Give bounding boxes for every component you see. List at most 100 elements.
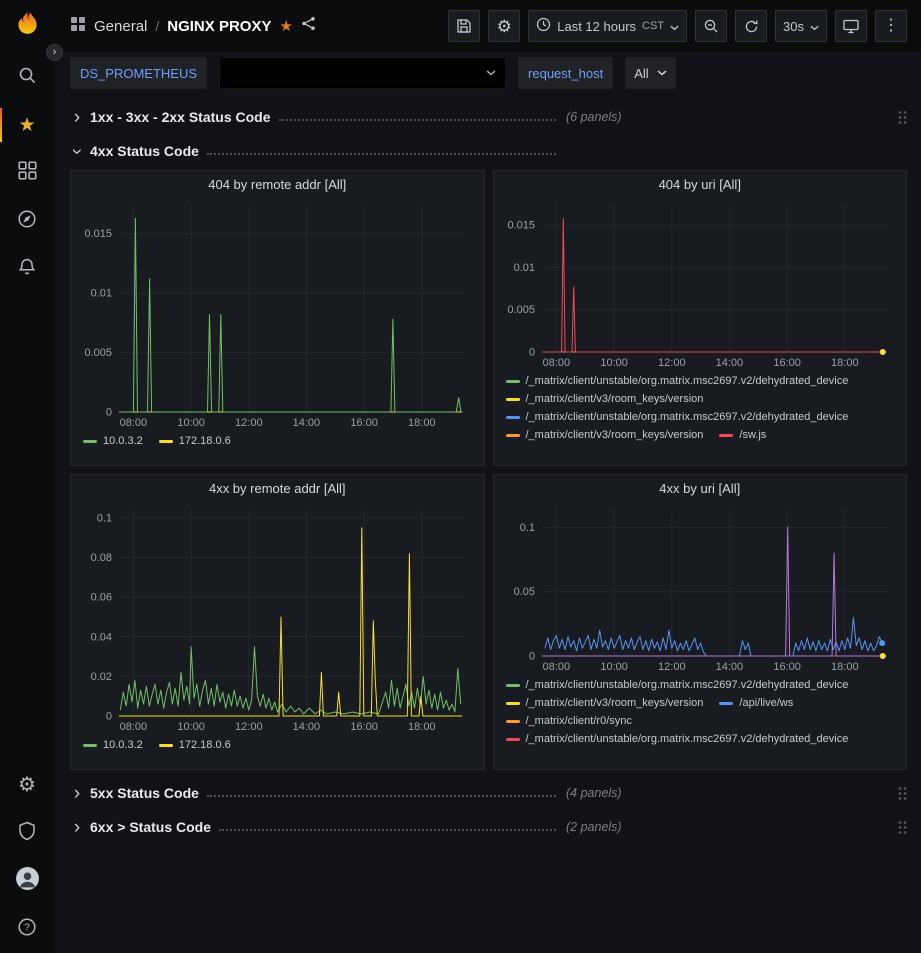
sidebar-item-dashboards[interactable] xyxy=(0,149,54,197)
refresh-button[interactable] xyxy=(735,10,767,42)
dotted-leader xyxy=(207,153,556,155)
panel-legend: 10.0.3.2 172.18.0.6 xyxy=(71,734,484,758)
svg-text:14:00: 14:00 xyxy=(715,661,743,673)
svg-text:12:00: 12:00 xyxy=(235,417,263,429)
row-6xx-status-code[interactable]: › 6xx > Status Code (2 panels) xyxy=(70,812,907,842)
dotted-leader xyxy=(279,119,556,121)
panel-title[interactable]: 404 by uri [All] xyxy=(494,171,907,198)
row-5xx-status-code[interactable]: › 5xx Status Code (4 panels) xyxy=(70,778,907,808)
legend-item[interactable]: /api/live/ws xyxy=(719,696,793,710)
legend-item[interactable]: 172.18.0.6 xyxy=(159,434,231,448)
request-host-variable-value: All xyxy=(634,66,648,81)
request-host-variable: request_host All xyxy=(518,57,676,89)
panel-1: 404 by remote addr [All]00.0050.010.0150… xyxy=(70,170,485,466)
time-range-picker[interactable]: Last 12 hours CST xyxy=(528,10,687,42)
row-title[interactable]: 1xx - 3xx - 2xx Status Code xyxy=(90,109,271,125)
legend-item[interactable]: 172.18.0.6 xyxy=(159,738,231,752)
svg-text:10:00: 10:00 xyxy=(178,417,206,429)
sidebar-item-alerting[interactable] xyxy=(0,245,54,293)
svg-text:16:00: 16:00 xyxy=(351,721,379,733)
legend-item[interactable]: /_matrix/client/unstable/org.matrix.msc2… xyxy=(506,678,849,692)
legend-item[interactable]: 10.0.3.2 xyxy=(83,434,143,448)
svg-text:14:00: 14:00 xyxy=(293,417,321,429)
row-title[interactable]: 6xx > Status Code xyxy=(90,819,211,835)
svg-text:?: ? xyxy=(24,922,30,933)
legend-item[interactable]: /_matrix/client/unstable/org.matrix.msc2… xyxy=(506,732,849,746)
panel-title[interactable]: 404 by remote addr [All] xyxy=(71,171,484,198)
panel-3: 4xx by remote addr [All]00.020.040.060.0… xyxy=(70,474,485,770)
svg-text:08:00: 08:00 xyxy=(542,661,570,673)
more-options-button[interactable]: ⋮ xyxy=(875,10,907,42)
row-4xx-status-code[interactable]: › 4xx Status Code xyxy=(70,136,907,166)
grafana-logo[interactable] xyxy=(14,9,41,41)
svg-text:08:00: 08:00 xyxy=(542,357,570,369)
breadcrumb: General / NGINX PROXY ★ xyxy=(70,16,316,37)
variables-submenu: DS_PROMETHEUS request_host All xyxy=(54,52,921,96)
sidebar-item-server-admin[interactable] xyxy=(0,809,54,857)
svg-text:14:00: 14:00 xyxy=(715,357,743,369)
legend-item[interactable]: /_matrix/client/unstable/org.matrix.msc2… xyxy=(506,410,849,424)
svg-text:0: 0 xyxy=(106,407,112,419)
top-navigation: General / NGINX PROXY ★ ⚙ xyxy=(54,0,921,52)
dashboard-title[interactable]: NGINX PROXY xyxy=(167,18,271,35)
dashboards-grid-icon[interactable] xyxy=(70,16,86,37)
request-host-variable-select[interactable]: All xyxy=(625,57,675,89)
chevron-right-icon: › xyxy=(70,818,84,837)
svg-text:0.08: 0.08 xyxy=(91,552,112,564)
svg-text:0: 0 xyxy=(529,347,535,359)
legend-item[interactable]: /_matrix/client/unstable/org.matrix.msc2… xyxy=(506,374,849,388)
save-dashboard-button[interactable] xyxy=(448,10,480,42)
svg-text:0.05: 0.05 xyxy=(513,586,534,598)
drag-handle-icon[interactable] xyxy=(898,786,907,801)
svg-text:0: 0 xyxy=(106,711,112,723)
legend-item[interactable]: /_matrix/client/v3/room_keys/version xyxy=(506,428,704,442)
svg-text:0.015: 0.015 xyxy=(507,220,535,232)
svg-text:08:00: 08:00 xyxy=(120,721,148,733)
sidebar-item-search[interactable] xyxy=(0,53,54,101)
sidebar-expand-button[interactable]: › xyxy=(46,44,63,61)
row-1xx-3xx-2xx-status-code[interactable]: › 1xx - 3xx - 2xx Status Code (6 panels) xyxy=(70,102,907,132)
breadcrumb-section[interactable]: General xyxy=(94,18,147,35)
zoom-out-button[interactable] xyxy=(695,10,727,42)
panel-legend: /_matrix/client/unstable/org.matrix.msc2… xyxy=(494,370,907,448)
time-series-chart[interactable]: 00.020.040.060.080.108:0010:0012:0014:00… xyxy=(79,502,475,734)
share-icon[interactable] xyxy=(301,16,316,36)
legend-item[interactable]: /_matrix/client/v3/room_keys/version xyxy=(506,696,704,710)
tv-mode-button[interactable] xyxy=(835,10,867,42)
svg-text:18:00: 18:00 xyxy=(408,721,436,733)
drag-handle-icon[interactable] xyxy=(898,820,907,835)
time-series-chart[interactable]: 00.0050.010.01508:0010:0012:0014:0016:00… xyxy=(79,198,475,430)
drag-handle-icon[interactable] xyxy=(898,110,907,125)
sidebar-item-starred[interactable]: ★ xyxy=(0,101,54,149)
sidebar-item-profile[interactable] xyxy=(0,857,54,905)
sidebar-item-help[interactable]: ? xyxy=(0,905,54,953)
row-title[interactable]: 4xx Status Code xyxy=(90,143,199,159)
shield-icon xyxy=(18,821,36,846)
legend-item[interactable]: /sw.js xyxy=(719,428,766,442)
panel-title[interactable]: 4xx by remote addr [All] xyxy=(71,475,484,502)
favorite-star-icon[interactable]: ★ xyxy=(279,19,292,34)
panel-title[interactable]: 4xx by uri [All] xyxy=(494,475,907,502)
legend-item[interactable]: /_matrix/client/v3/room_keys/version xyxy=(506,392,704,406)
time-series-chart[interactable]: 00.050.108:0010:0012:0014:0016:0018:00 xyxy=(502,502,898,674)
refresh-interval-select[interactable]: 30s xyxy=(775,10,827,42)
sidebar-item-explore[interactable] xyxy=(0,197,54,245)
datasource-variable-select[interactable] xyxy=(219,57,506,89)
legend-item[interactable]: /_matrix/client/r0/sync xyxy=(506,714,632,728)
chevron-down-icon xyxy=(657,70,667,76)
svg-text:18:00: 18:00 xyxy=(831,357,859,369)
panel-2: 404 by uri [All]00.0050.010.01508:0010:0… xyxy=(493,170,908,466)
svg-text:10:00: 10:00 xyxy=(600,357,628,369)
svg-text:12:00: 12:00 xyxy=(235,721,263,733)
row-title[interactable]: 5xx Status Code xyxy=(90,785,199,801)
legend-item[interactable]: 10.0.3.2 xyxy=(83,738,143,752)
star-icon: ★ xyxy=(18,116,35,135)
chevron-down-icon xyxy=(670,19,679,34)
svg-text:0.02: 0.02 xyxy=(91,671,112,683)
refresh-interval-value: 30s xyxy=(783,19,804,34)
svg-text:12:00: 12:00 xyxy=(658,661,686,673)
chevron-right-icon: › xyxy=(70,108,84,127)
sidebar-item-configuration[interactable]: ⚙ xyxy=(0,761,54,809)
dashboard-settings-button[interactable]: ⚙ xyxy=(488,10,520,42)
time-series-chart[interactable]: 00.0050.010.01508:0010:0012:0014:0016:00… xyxy=(502,198,898,370)
